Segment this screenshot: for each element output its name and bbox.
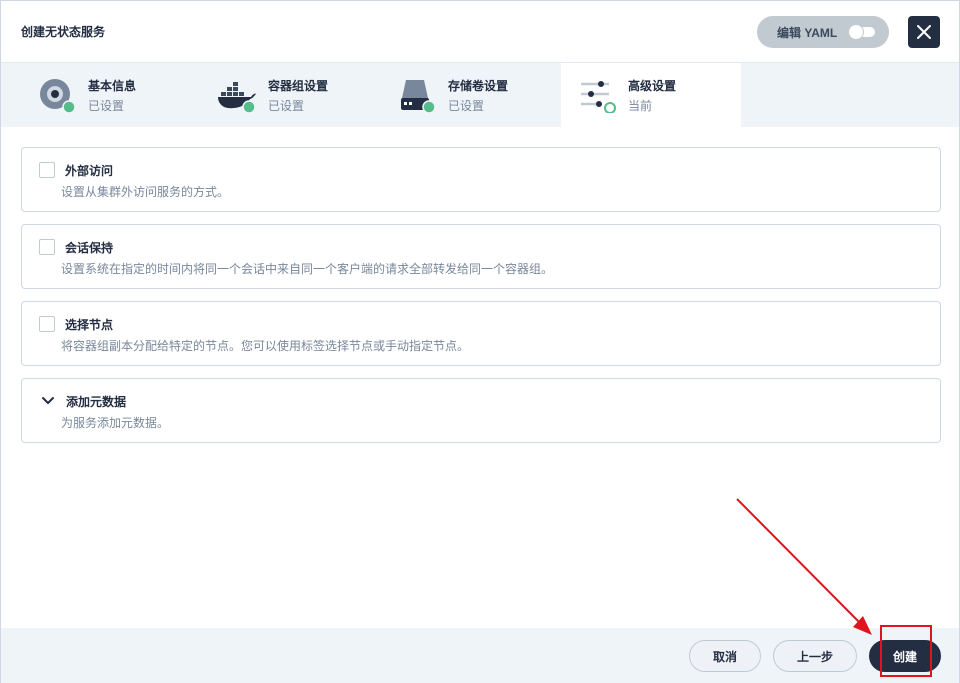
option-session-affinity: 会话保持 设置系统在指定的时间内将同一个会话中来自同一个客户端的请求全部转发给同… [21, 224, 941, 289]
step-title: 存储卷设置 [448, 79, 509, 93]
modal-footer: 取消 上一步 创建 [1, 628, 959, 683]
docker-icon [218, 82, 256, 113]
step-status: 已设置 [268, 99, 305, 113]
step-title: 基本信息 [88, 79, 137, 93]
edit-yaml-label: 编辑 YAML [777, 25, 838, 40]
settings-sliders-icon [581, 81, 616, 113]
create-button[interactable]: 创建 [869, 640, 941, 672]
switch-knob [849, 25, 864, 39]
step-status: 当前 [628, 99, 653, 113]
step-title: 高级设置 [628, 79, 677, 93]
edit-yaml-toggle[interactable]: 编辑 YAML [757, 16, 889, 48]
storage-icon [401, 80, 436, 113]
option-title: 选择节点 [65, 318, 114, 332]
option-external-access: 外部访问 设置从集群外访问服务的方式。 [21, 147, 941, 212]
option-node-selector: 选择节点 将容器组副本分配给特定的节点。您可以使用标签选择节点或手动指定节点。 [21, 301, 941, 366]
create-service-modal: 创建无状态服务 编辑 YAML 基本信息 已设置 容器组设置 已设置 存储卷设置… [0, 0, 960, 683]
option-description: 将容器组副本分配给特定的节点。您可以使用标签选择节点或手动指定节点。 [61, 339, 470, 353]
previous-step-button[interactable]: 上一步 [773, 640, 857, 672]
option-description: 设置系统在指定的时间内将同一个会话中来自同一个客户端的请求全部转发给同一个容器组… [61, 262, 554, 276]
option-description: 设置从集群外访问服务的方式。 [61, 185, 230, 199]
close-button[interactable] [908, 16, 940, 48]
modal-header: 创建无状态服务 编辑 YAML [1, 1, 959, 63]
node-selector-checkbox[interactable] [39, 316, 55, 332]
cancel-button[interactable]: 取消 [689, 640, 761, 672]
session-affinity-checkbox[interactable] [39, 239, 55, 255]
option-title: 添加元数据 [66, 395, 127, 409]
option-description: 为服务添加元数据。 [61, 416, 170, 430]
close-icon [917, 25, 931, 39]
modal-title: 创建无状态服务 [21, 25, 106, 39]
step-tabs: 基本信息 已设置 容器组设置 已设置 存储卷设置 已设置 高级设置 当前 [1, 63, 959, 127]
option-add-metadata[interactable]: 添加元数据 为服务添加元数据。 [21, 378, 941, 443]
step-storage-settings[interactable]: 存储卷设置 已设置 [361, 63, 541, 127]
step-basic-info[interactable]: 基本信息 已设置 [1, 63, 181, 127]
step-advanced-settings[interactable]: 高级设置 当前 [561, 63, 741, 127]
step-status: 已设置 [448, 99, 485, 113]
basic-info-icon [40, 79, 76, 113]
option-title: 外部访问 [65, 164, 114, 178]
option-title: 会话保持 [65, 241, 114, 255]
step-status: 已设置 [88, 99, 125, 113]
yaml-switch[interactable] [849, 25, 876, 39]
chevron-down-icon[interactable] [41, 396, 55, 406]
step-title: 容器组设置 [268, 79, 329, 93]
external-access-checkbox[interactable] [39, 162, 55, 178]
step-container-settings[interactable]: 容器组设置 已设置 [181, 63, 361, 127]
